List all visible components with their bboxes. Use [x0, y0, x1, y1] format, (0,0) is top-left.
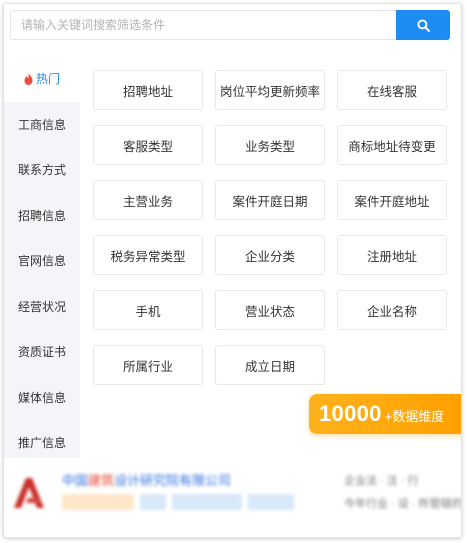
filter-tag[interactable]: 所属行业	[93, 345, 203, 385]
sidebar-item-label: 媒体信息	[17, 390, 66, 405]
badge-suffix: +数据维度	[384, 409, 445, 424]
sidebar-item-qualification[interactable]: 资质证书	[4, 329, 80, 375]
filter-tag-grid: 招聘地址 岗位平均更新频率 在线客服 客服类型 业务类型 商标地址待变更 主营业…	[93, 70, 453, 385]
badge-number: 10000	[319, 401, 382, 426]
sidebar-item-recruitment[interactable]: 招聘信息	[4, 193, 80, 239]
filter-tag[interactable]: 岗位平均更新频率	[215, 70, 325, 110]
sidebar-item-label: 官网信息	[17, 254, 66, 269]
filter-tag[interactable]: 成立日期	[215, 345, 325, 385]
sidebar-item-promotion[interactable]: 推广信息	[4, 420, 80, 466]
sidebar-item-label: 工商信息	[17, 117, 66, 132]
company-logo	[14, 478, 44, 508]
sidebar-item-website[interactable]: 官网信息	[4, 238, 80, 284]
company-name-highlight: 建筑	[88, 473, 115, 488]
filter-tag[interactable]: 业务类型	[215, 125, 325, 165]
filter-tag[interactable]: 注册地址	[337, 235, 447, 275]
company-name[interactable]: 中国建筑设计研究院有限公司	[62, 470, 231, 489]
sidebar-item-operation[interactable]: 经营状况	[4, 284, 80, 330]
sidebar-item-hot[interactable]: 热门	[4, 56, 80, 102]
filter-tag[interactable]: 企业名称	[337, 290, 447, 330]
filter-tag[interactable]: 案件开庭日期	[215, 180, 325, 220]
company-name-prefix: 中国	[62, 473, 89, 488]
filter-tag[interactable]: 税务异常类型	[93, 235, 203, 275]
sidebar-item-contact[interactable]: 联系方式	[4, 147, 80, 193]
flame-icon	[24, 72, 33, 85]
filter-tag[interactable]: 案件开庭地址	[337, 180, 447, 220]
preview-chip	[248, 494, 294, 510]
search-button[interactable]	[396, 10, 450, 40]
sidebar-item-label: 经营状况	[17, 299, 66, 314]
filter-tag[interactable]: 招聘地址	[93, 70, 203, 110]
company-preview: 中国建筑设计研究院有限公司 企业法 · 注 · 行 今年行业 · 设 · 所管辖…	[4, 462, 462, 537]
sidebar-item-media[interactable]: 媒体信息	[4, 375, 80, 421]
sidebar-item-label: 推广信息	[17, 436, 66, 451]
preview-chip	[140, 494, 166, 510]
sidebar-item-label: 热门	[35, 72, 60, 87]
preview-chip	[172, 494, 242, 510]
filter-tag[interactable]: 客服类型	[93, 125, 203, 165]
sidebar-item-label: 联系方式	[17, 163, 66, 178]
search-icon	[416, 18, 430, 32]
preview-chip	[62, 494, 134, 510]
search-input[interactable]	[10, 10, 396, 40]
filter-panel: 热门 工商信息 联系方式 招聘信息 官网信息 经营状况 资质证书 媒体信息 推广…	[3, 3, 462, 538]
filter-tag[interactable]: 手机	[93, 290, 203, 330]
filter-tag[interactable]: 主营业务	[93, 180, 203, 220]
sidebar-item-business-info[interactable]: 工商信息	[4, 102, 80, 148]
sidebar-item-label: 招聘信息	[17, 208, 66, 223]
filter-tag[interactable]: 在线客服	[337, 70, 447, 110]
data-dimension-badge: 10000 +数据维度	[309, 394, 461, 434]
preview-meta-2: 今年行业 · 设 · 所管辖的	[344, 498, 462, 510]
sidebar-item-label: 资质证书	[17, 345, 66, 360]
category-sidebar: 热门 工商信息 联系方式 招聘信息 官网信息 经营状况 资质证书 媒体信息 推广…	[4, 56, 80, 458]
search-bar	[10, 10, 450, 40]
company-name-rest: 设计研究院有限公司	[114, 473, 232, 488]
filter-tag[interactable]: 商标地址待变更	[337, 125, 447, 165]
filter-tag[interactable]: 营业状态	[215, 290, 325, 330]
filter-tag[interactable]: 企业分类	[215, 235, 325, 275]
preview-meta-1: 企业法 · 注 · 行	[344, 475, 419, 487]
